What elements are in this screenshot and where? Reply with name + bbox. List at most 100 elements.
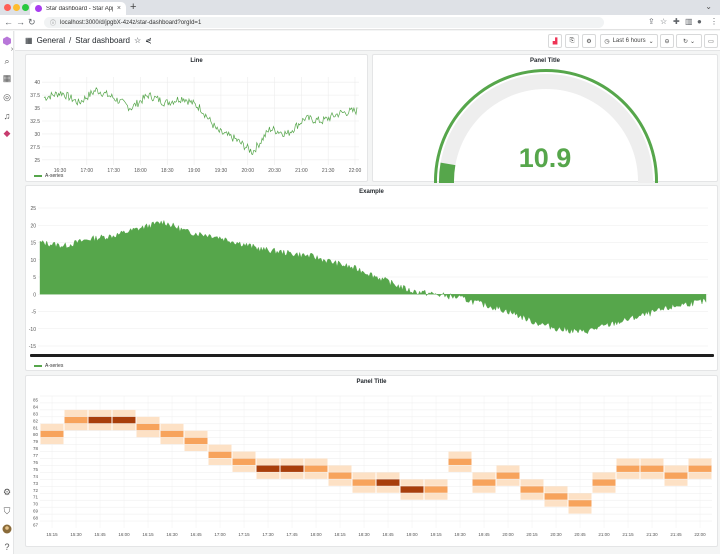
sidepanel-icon[interactable]: ▥ (685, 17, 693, 26)
browser-tab-title: Star dashboard - Star Applicati... (46, 5, 113, 12)
omnibox[interactable]: ⓘ localhost:3000/d/jpgbX-4z4z/star-dashb… (44, 17, 604, 28)
app-plugin-icon[interactable]: ◆ (2, 128, 12, 138)
dashboard-title[interactable]: Star dashboard (75, 36, 130, 45)
time-range-label: Last 6 hours (612, 38, 646, 44)
time-range-picker[interactable]: ◷ Last 6 hours ⌄ (600, 34, 658, 48)
grafana-favicon-icon (35, 5, 42, 12)
heatmap-cell (160, 430, 184, 438)
heatmap-x-tick: 21:15 (622, 532, 634, 537)
heatmap-cell (256, 472, 280, 479)
line-y-tick: 40 (34, 80, 40, 86)
heatmap-cell (160, 437, 184, 445)
browser-menu-icon[interactable]: ⋮ (710, 17, 718, 26)
heatmap-x-tick: 16:45 (190, 532, 202, 537)
heatmap-cell (640, 465, 664, 472)
line-y-tick: 37.5 (30, 93, 40, 99)
example-legend[interactable]: A-series (34, 363, 63, 369)
heatmap-x-tick: 19:00 (406, 532, 418, 537)
line-x-tick: 21:30 (322, 168, 335, 174)
heatmap-chart: 85 84 83 82 81 80 79 78 77 76 75 74 73 72 71 70 69 68 67 15… (33, 395, 712, 537)
line-x-tick: 19:00 (188, 168, 201, 174)
dashboards-icon[interactable]: ▦ (2, 73, 12, 83)
heatmap-cell (280, 465, 304, 472)
kiosk-mode-button[interactable]: ▭ (704, 34, 718, 48)
heatmap-cell (496, 465, 520, 472)
reload-icon[interactable]: ↻ (28, 17, 36, 28)
heatmap-y-tick: 67 (33, 523, 39, 528)
heatmap-cell (664, 472, 688, 479)
monitor-icon: ▭ (708, 38, 714, 45)
heatmap-y-tick: 73 (33, 481, 39, 486)
heatmap-cell (352, 486, 376, 493)
heatmap-cell (616, 472, 640, 479)
line-y-tick: 25 (34, 158, 40, 164)
heatmap-cell (376, 472, 400, 479)
heatmap-cell (328, 472, 352, 479)
bookmark-star-icon[interactable]: ☆ (660, 17, 667, 26)
url-text: localhost:3000/d/jpgbX-4z4z/star-dashboa… (60, 19, 202, 26)
heatmap-cell (472, 486, 496, 493)
back-icon[interactable]: ← (4, 17, 13, 27)
line-chart: 4037.53532.53027.52516:30 17:00 17:30 18:00… (30, 77, 361, 174)
example-y-tick: 25 (30, 206, 36, 212)
extensions-icon[interactable]: ✚ (673, 17, 680, 26)
close-tab-icon[interactable]: × (117, 5, 121, 12)
example-y-tick: 0 (33, 292, 36, 298)
save-dashboard-button[interactable]: ⎘ (565, 34, 579, 48)
heatmap-x-tick: 19:15 (430, 532, 442, 537)
explore-icon[interactable]: ◎ (2, 92, 12, 102)
help-icon[interactable]: ? (2, 542, 12, 552)
refresh-button[interactable]: ↻ ⌄ (676, 34, 702, 48)
alerting-bell-icon[interactable]: ♫ (2, 111, 12, 121)
legend-swatch (34, 175, 42, 177)
heatmap-cell (184, 437, 208, 445)
heatmap-x-tick: 18:45 (382, 532, 394, 537)
gauge-value: 10.9 (518, 143, 572, 173)
tab-list-chevron-icon[interactable]: ⌄ (705, 2, 712, 11)
heatmap-cell (568, 493, 592, 500)
share-dashboard-icon[interactable]: ⋞ (145, 36, 152, 45)
line-x-tick: 19:30 (215, 168, 228, 174)
heatmap-y-tick: 68 (33, 516, 39, 521)
example-range-scrollbar (30, 354, 714, 357)
heatmap-cell (112, 409, 136, 417)
zoom-out-button[interactable]: ⊖ (660, 34, 674, 48)
line-legend[interactable]: A-series (34, 173, 63, 179)
heatmap-y-tick: 69 (33, 509, 39, 514)
chevron-down-icon: ⌄ (648, 38, 654, 45)
heatmap-cell (304, 458, 328, 465)
heatmap-x-tick: 20:45 (574, 532, 586, 537)
share-page-icon[interactable]: ⇪ (648, 17, 655, 26)
heatmap-y-tick: 76 (33, 460, 39, 465)
close-window-dot[interactable] (4, 4, 11, 11)
favorite-star-icon[interactable]: ☆ (134, 36, 141, 45)
add-panel-button[interactable]: ▟ (548, 34, 562, 48)
refresh-icon: ↻ (682, 38, 688, 45)
heatmap-y-tick: 74 (33, 474, 39, 479)
user-avatar[interactable] (2, 524, 12, 534)
profile-icon[interactable]: ● (697, 17, 702, 26)
minimize-window-dot[interactable] (13, 4, 20, 11)
heatmap-cell (592, 486, 616, 493)
heatmap-x-tick: 16:15 (142, 532, 154, 537)
heatmap-cell (88, 409, 112, 417)
heatmap-cell (88, 416, 112, 424)
maximize-window-dot[interactable] (22, 4, 29, 11)
site-info-icon[interactable]: ⓘ (50, 18, 56, 27)
heatmap-cell (544, 493, 568, 500)
example-y-tick: -15 (29, 344, 36, 350)
breadcrumb-general[interactable]: General (37, 36, 65, 45)
zoom-out-icon: ⊖ (664, 38, 670, 45)
search-icon[interactable]: ⌕ (2, 56, 12, 66)
shield-icon[interactable]: ⛉ (2, 506, 12, 516)
heatmap-cell (280, 458, 304, 465)
forward-icon[interactable]: → (16, 17, 25, 27)
new-tab-icon[interactable]: + (130, 1, 136, 13)
dashboard-topbar: ▦ General / Star dashboard ☆ ⋞ ▟ ⎘ ⚙ ◷ L… (15, 31, 720, 51)
add-panel-icon: ▟ (552, 38, 558, 45)
line-x-tick: 17:30 (107, 168, 120, 174)
browser-tab[interactable]: Star dashboard - Star Applicati... × (30, 2, 126, 15)
heatmap-cell (304, 465, 328, 472)
dashboard-settings-button[interactable]: ⚙ (582, 34, 596, 48)
settings-gear-icon[interactable]: ⚙ (2, 487, 12, 497)
